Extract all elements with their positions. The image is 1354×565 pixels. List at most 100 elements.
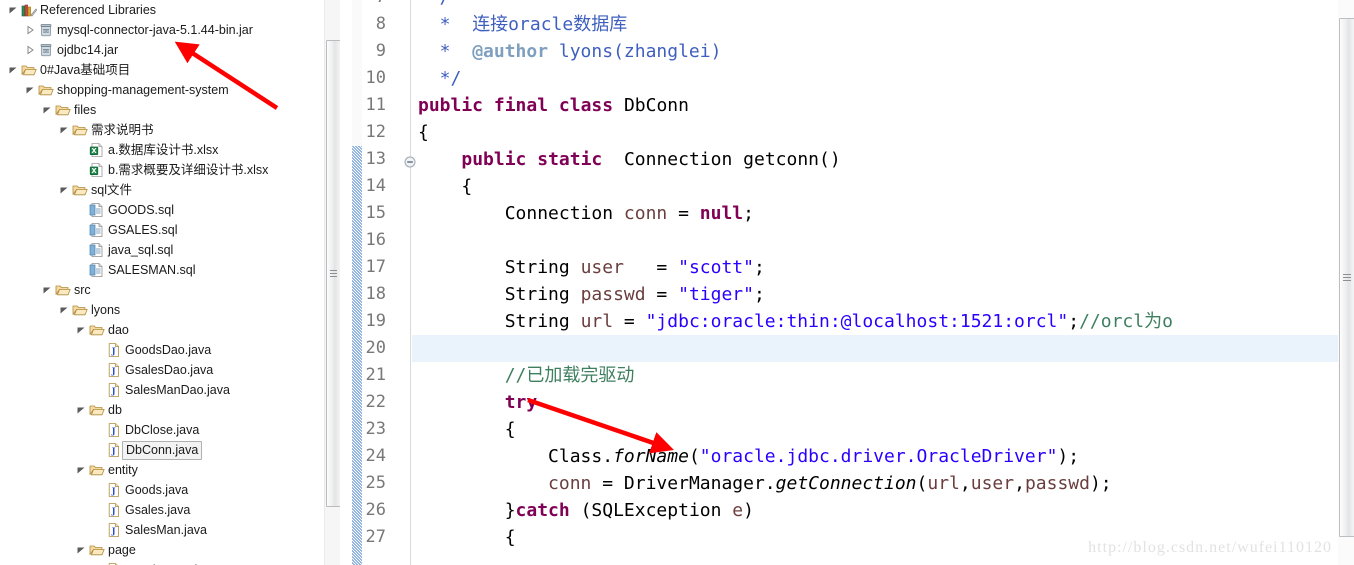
- code-line[interactable]: * 连接oracle数据库: [412, 11, 1354, 38]
- tree-item-label: DbClose.java: [125, 423, 200, 437]
- tree-item-java_sql.sql[interactable]: java_sql.sql: [0, 240, 340, 260]
- tree-item-label: 0#Java基础项目: [40, 63, 131, 77]
- code-line[interactable]: {: [412, 416, 1354, 443]
- tree-item-goods.sql[interactable]: GOODS.sql: [0, 200, 340, 220]
- line-number: 10: [365, 68, 386, 88]
- excel-file-icon: X: [88, 162, 105, 178]
- code-line[interactable]: */: [412, 0, 1354, 11]
- twisty-collapsed-icon[interactable]: [23, 25, 37, 35]
- tree-item-referencedlibraries[interactable]: Referenced Libraries: [0, 0, 340, 20]
- code-line[interactable]: */: [412, 65, 1354, 92]
- twisty-expanded-icon[interactable]: [57, 125, 71, 135]
- twisty-expanded-icon[interactable]: [74, 465, 88, 475]
- twisty-expanded-icon[interactable]: [74, 545, 88, 555]
- line-number: 16: [365, 230, 386, 250]
- tree-item-[interactable]: 需求说明书: [0, 120, 340, 140]
- sql-file-icon: [88, 222, 105, 238]
- tree-item-entity[interactable]: entity: [0, 460, 340, 480]
- line-number: 12: [365, 122, 386, 142]
- tree-item-dbclose.java[interactable]: J DbClose.java: [0, 420, 340, 440]
- sql-file-icon: [88, 242, 105, 258]
- source-code-area[interactable]: */ * 连接oracle数据库 * @author lyons(zhangle…: [412, 0, 1354, 565]
- tree-item-label: SalesManDao.java: [125, 383, 230, 397]
- tree-item-files[interactable]: files: [0, 100, 340, 120]
- tree-item-label: sql文件: [91, 183, 132, 197]
- twisty-expanded-icon[interactable]: [74, 405, 88, 415]
- tree-item-goodspage.java[interactable]: JGoodsPage.java: [0, 560, 340, 565]
- package-explorer-panel[interactable]: Referenced Libraries 010 mysql-connector-j…: [0, 0, 340, 565]
- excel-file-icon: X: [88, 142, 105, 158]
- code-line[interactable]: conn = DriverManager.getConnection(url,u…: [412, 470, 1354, 497]
- tree-item-src[interactable]: src: [0, 280, 340, 300]
- tree-item-label: DbConn.java: [122, 440, 203, 460]
- project-tree[interactable]: Referenced Libraries 010 mysql-connector-j…: [0, 0, 340, 565]
- tree-item-sql[interactable]: sql文件: [0, 180, 340, 200]
- sidebar-scrollbar-thumb[interactable]: [326, 40, 340, 507]
- tree-item-label: mysql-connector-java-5.1.44-bin.jar: [57, 23, 253, 37]
- twisty-expanded-icon[interactable]: [57, 305, 71, 315]
- line-number: 19: [365, 311, 386, 331]
- editor-vertical-scrollbar[interactable]: [1338, 0, 1354, 565]
- tree-item-shopping-management-system[interactable]: shopping-management-system: [0, 80, 340, 100]
- tree-item-gsales.java[interactable]: J Gsales.java: [0, 500, 340, 520]
- code-line[interactable]: Connection conn = null;: [412, 200, 1354, 227]
- editor-scrollbar-thumb[interactable]: [1339, 18, 1354, 537]
- tree-item-0#java[interactable]: 0#Java基础项目: [0, 60, 340, 80]
- tree-item-gsales.sql[interactable]: GSALES.sql: [0, 220, 340, 240]
- twisty-expanded-icon[interactable]: [40, 105, 54, 115]
- tree-item-salesmandao.java[interactable]: J SalesManDao.java: [0, 380, 340, 400]
- code-line[interactable]: }catch (SQLException e): [412, 497, 1354, 524]
- twisty-expanded-icon[interactable]: [74, 325, 88, 335]
- twisty-expanded-icon[interactable]: [6, 65, 20, 75]
- tree-item-db[interactable]: db: [0, 400, 340, 420]
- folder-open-icon: [88, 322, 105, 338]
- tree-item-goodsdao.java[interactable]: J GoodsDao.java: [0, 340, 340, 360]
- code-line[interactable]: Class.forName("oracle.jdbc.driver.Oracle…: [412, 443, 1354, 470]
- line-number-gutter[interactable]: 789101112131415161718192021222324252627: [362, 0, 416, 565]
- java-file-icon: J: [105, 442, 122, 458]
- tree-item-salesman.sql[interactable]: SALESMAN.sql: [0, 260, 340, 280]
- code-line[interactable]: public final class DbConn: [412, 92, 1354, 119]
- tree-item-gsalesdao.java[interactable]: J GsalesDao.java: [0, 360, 340, 380]
- tree-item-mysql-connector-java-5.1.44-bin.jar[interactable]: 010 mysql-connector-java-5.1.44-bin.jar: [0, 20, 340, 40]
- twisty-expanded-icon[interactable]: [57, 185, 71, 195]
- code-line[interactable]: {: [412, 119, 1354, 146]
- tree-item-dbconn.java[interactable]: J DbConn.java: [0, 440, 340, 460]
- code-line[interactable]: public static Connection getconn(): [412, 146, 1354, 173]
- tree-item-dao[interactable]: dao: [0, 320, 340, 340]
- sidebar-vertical-scrollbar[interactable]: [324, 0, 340, 565]
- tree-item-label: Goods.java: [125, 483, 189, 497]
- tree-item-label: java_sql.sql: [108, 243, 174, 257]
- tree-item-page[interactable]: page: [0, 540, 340, 560]
- code-line[interactable]: try: [412, 389, 1354, 416]
- code-editor-panel[interactable]: 789101112131415161718192021222324252627 …: [352, 0, 1354, 565]
- tree-item-b..xlsx[interactable]: Xb.需求概要及详细设计书.xlsx: [0, 160, 340, 180]
- code-line[interactable]: [412, 227, 1354, 254]
- code-line[interactable]: {: [412, 173, 1354, 200]
- tree-item-ojdbc14.jar[interactable]: 010 ojdbc14.jar: [0, 40, 340, 60]
- twisty-expanded-icon[interactable]: [40, 285, 54, 295]
- twisty-collapsed-icon[interactable]: [23, 45, 37, 55]
- tree-item-label: ojdbc14.jar: [57, 43, 119, 57]
- twisty-expanded-icon[interactable]: [23, 85, 37, 95]
- watermark-text: http://blog.csdn.net/wufei110120: [1088, 539, 1332, 556]
- java-file-icon: J: [105, 482, 122, 498]
- tree-item-label: files: [74, 103, 97, 117]
- code-line[interactable]: String user = "scott";: [412, 254, 1354, 281]
- code-line[interactable]: String url = "jdbc:oracle:thin:@localhos…: [412, 308, 1354, 335]
- code-line[interactable]: String passwd = "tiger";: [412, 281, 1354, 308]
- line-number: 24: [365, 446, 386, 466]
- tree-item-lyons[interactable]: lyons: [0, 300, 340, 320]
- twisty-expanded-icon[interactable]: [6, 5, 20, 15]
- tree-item-goods.java[interactable]: J Goods.java: [0, 480, 340, 500]
- jar-icon: 010: [37, 22, 54, 38]
- tree-item-salesman.java[interactable]: J SalesMan.java: [0, 520, 340, 540]
- line-number: 20: [365, 338, 386, 358]
- code-line[interactable]: * @author lyons(zhanglei): [412, 38, 1354, 65]
- code-line[interactable]: //已加载完驱动: [412, 362, 1354, 389]
- pane-divider[interactable]: [340, 0, 352, 565]
- tree-item-a..xlsx[interactable]: Xa.数据库设计书.xlsx: [0, 140, 340, 160]
- code-line[interactable]: [412, 335, 1354, 362]
- scrollbar-grip-icon: [1343, 273, 1351, 282]
- tree-item-label: lyons: [91, 303, 121, 317]
